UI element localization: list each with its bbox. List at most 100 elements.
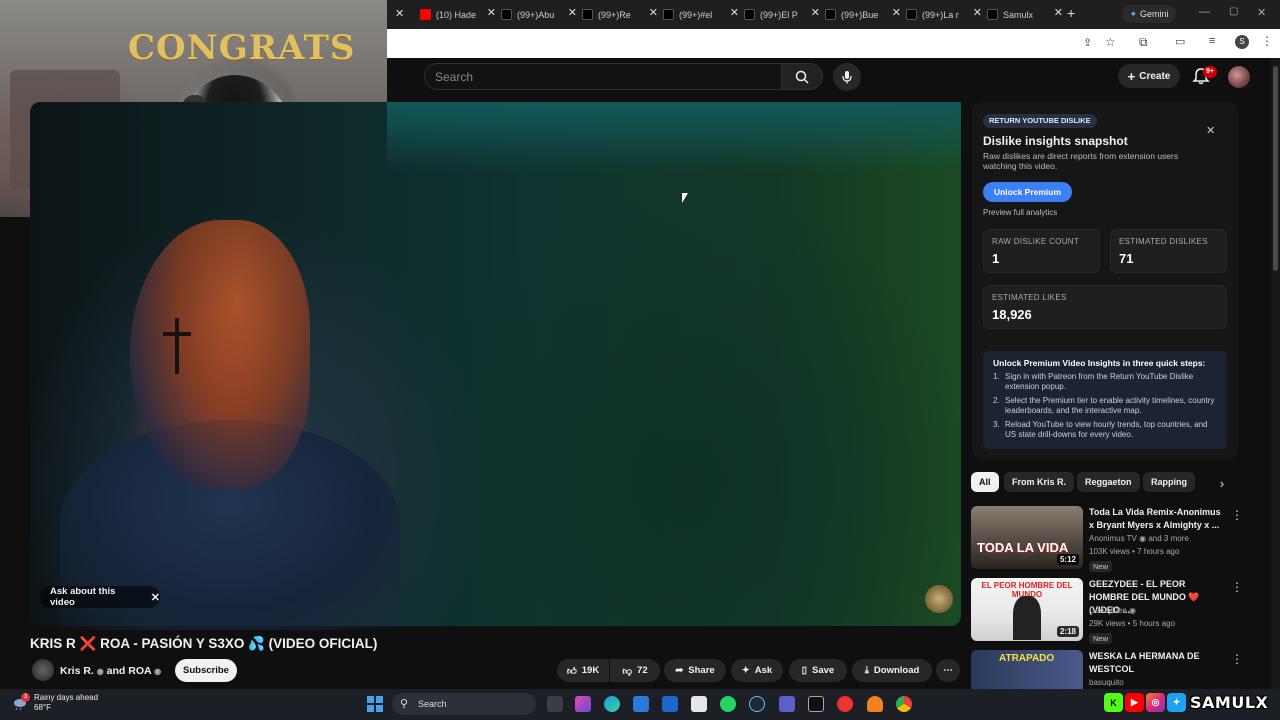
close-icon[interactable]: ✕ xyxy=(151,591,160,604)
ask-about-video-pill[interactable]: Ask about this video ✕ xyxy=(40,586,160,608)
close-tab-icon[interactable]: ✕ xyxy=(892,6,901,19)
close-tab-icon[interactable]: ✕ xyxy=(973,6,982,19)
channel-name[interactable]: Kris R. ◉ and ROA ◉ xyxy=(60,665,161,677)
subscribe-button[interactable]: Subscribe xyxy=(175,659,237,682)
chevron-right-icon[interactable]: › xyxy=(1212,476,1232,496)
chip-from-kris-r[interactable]: From Kris R. xyxy=(1004,472,1075,492)
browser-tab[interactable]: (10) Hade ✕ xyxy=(420,4,498,25)
outlook-icon[interactable] xyxy=(662,696,678,712)
browser-menu-icon[interactable]: ⋮ xyxy=(1261,34,1273,48)
download-button[interactable]: ⤓ Download xyxy=(852,659,932,682)
close-tab-icon[interactable]: ✕ xyxy=(811,6,820,19)
new-tab-icon[interactable]: + xyxy=(1067,5,1075,21)
media-controls-icon[interactable]: ≡ xyxy=(1209,35,1215,47)
voice-search-button[interactable] xyxy=(833,63,861,91)
obs-icon[interactable] xyxy=(837,696,853,712)
app-icon[interactable] xyxy=(808,696,824,712)
steam-icon[interactable] xyxy=(749,696,765,712)
close-tab-icon[interactable]: ✕ xyxy=(1054,6,1063,19)
close-tab-icon[interactable]: ✕ xyxy=(487,6,496,19)
recommended-video[interactable]: ATRAPADO WESKA LA HERMANA DE WESTCOL bas… xyxy=(971,650,1241,689)
extensions-icon[interactable]: ⧉ xyxy=(1139,35,1148,50)
browser-tab[interactable]: (99+)La r ✕ xyxy=(906,4,984,25)
browser-tab[interactable]: (99+)Bue ✕ xyxy=(825,4,903,25)
search-input[interactable]: Search xyxy=(424,63,782,90)
close-tab-icon[interactable]: ✕ xyxy=(395,7,404,20)
video-thumbnail[interactable]: TODA LA VIDA 5:12 xyxy=(971,506,1083,569)
account-avatar[interactable] xyxy=(1228,66,1250,88)
more-options-icon[interactable]: ⋮ xyxy=(1231,580,1243,594)
cloudflare-icon[interactable] xyxy=(867,696,883,712)
channel-name[interactable]: GeezyDee ◉ xyxy=(1089,606,1136,615)
panel-close-icon[interactable]: ✕ xyxy=(1206,124,1215,137)
browser-tab[interactable]: (99+)Re ✕ xyxy=(582,4,660,25)
store-icon[interactable] xyxy=(633,696,649,712)
more-options-icon[interactable]: ⋮ xyxy=(1231,508,1243,522)
share-button[interactable]: ➦ Share xyxy=(664,659,726,682)
minimize-icon[interactable]: — xyxy=(1199,6,1210,18)
chrome-icon[interactable] xyxy=(896,696,912,712)
maximize-icon[interactable]: ▢ xyxy=(1229,6,1238,17)
save-button[interactable]: ▯ Save xyxy=(789,659,847,682)
channel-name[interactable]: Anonimus TV ◉ and 3 more xyxy=(1089,534,1189,543)
premium-steps-box: Unlock Premium Video Insights in three q… xyxy=(983,351,1227,449)
windows-start-icon[interactable] xyxy=(367,696,383,712)
whatsapp-icon[interactable] xyxy=(720,696,736,712)
teams-icon[interactable] xyxy=(779,696,795,712)
video-title[interactable]: WESKA LA HERMANA DE WESTCOL xyxy=(1089,650,1225,676)
gemini-button[interactable]: ✦ Gemini xyxy=(1122,5,1176,23)
browser-tab[interactable]: Samulx ✕ xyxy=(987,4,1065,25)
dislike-button[interactable]: 👎︎ 72 xyxy=(610,659,660,682)
browser-tab[interactable]: (99+)Abu ✕ xyxy=(501,4,579,25)
edge-icon[interactable] xyxy=(604,696,620,712)
more-options-icon[interactable]: ⋮ xyxy=(1231,652,1241,666)
estimated-dislikes-value: 71 xyxy=(1119,251,1134,266)
scrollbar-thumb[interactable] xyxy=(1273,66,1278,271)
close-tab-icon[interactable]: ✕ xyxy=(649,6,658,19)
like-button[interactable]: 👍︎ 19K xyxy=(557,659,609,682)
ask-button[interactable]: ✦ Ask xyxy=(731,659,783,682)
browser-tab[interactable]: (99+)El P ✕ xyxy=(744,4,822,25)
address-bar[interactable]: ⇪ ☆ ⧉ ▭ ≡ S ⋮ xyxy=(387,29,1280,58)
task-view-icon[interactable] xyxy=(547,696,563,712)
like-count: 19K xyxy=(581,665,600,676)
raw-dislike-value: 1 xyxy=(992,251,1000,266)
recommended-video[interactable]: TODA LA VIDA 5:12 Toda La Vida Remix-Ano… xyxy=(971,506,1243,572)
close-tab-icon[interactable]: ✕ xyxy=(730,6,739,19)
browser-tab[interactable]: (99+)#el ✕ xyxy=(663,4,741,25)
gemini-label: Gemini xyxy=(1140,9,1169,19)
files-icon[interactable] xyxy=(691,696,707,712)
youtube-icon: ▶ xyxy=(1125,693,1144,712)
close-tab-icon[interactable]: ✕ xyxy=(568,6,577,19)
channel-watermark[interactable] xyxy=(925,585,953,613)
instagram-icon: ◎ xyxy=(1146,693,1165,712)
video-thumbnail[interactable]: ATRAPADO xyxy=(971,650,1083,689)
tiktok-favicon-icon xyxy=(501,9,512,20)
install-app-icon[interactable]: ⇪ xyxy=(1083,36,1092,49)
profile-avatar[interactable]: S xyxy=(1235,35,1249,49)
bookmark-star-icon[interactable]: ☆ xyxy=(1105,35,1116,49)
video-thumbnail[interactable]: EL PEOR HOMBRE DEL MUNDO 2:18 xyxy=(971,578,1083,641)
tiktok-favicon-icon xyxy=(663,9,674,20)
create-button[interactable]: + Create xyxy=(1118,64,1180,88)
chip-reggaeton[interactable]: Reggaeton xyxy=(1077,472,1140,492)
channel-name[interactable]: basuquito xyxy=(1089,678,1124,687)
tab-label: (99+)#el xyxy=(679,9,713,20)
channel-avatar[interactable] xyxy=(32,659,54,681)
close-window-icon[interactable]: ✕ xyxy=(1257,6,1266,19)
weather-widget[interactable]: Rainy days ahead 68°F xyxy=(34,693,98,713)
video-figure-head xyxy=(130,220,310,490)
unlock-premium-button[interactable]: Unlock Premium xyxy=(983,182,1072,202)
thumbnail-text: TODA LA VIDA xyxy=(977,540,1069,555)
step-text: Select the Premium tier to enable activi… xyxy=(1005,396,1215,415)
copilot-icon[interactable] xyxy=(575,696,591,712)
more-actions-button[interactable]: ⋯ xyxy=(936,659,960,682)
cast-icon[interactable]: ▭ xyxy=(1175,35,1185,48)
taskbar-search[interactable]: ⚲ Search xyxy=(392,693,536,715)
video-title[interactable]: Toda La Vida Remix-Anonimus x Bryant Mye… xyxy=(1089,506,1225,532)
recommended-video[interactable]: EL PEOR HOMBRE DEL MUNDO 2:18 GEEZYDEE -… xyxy=(971,578,1243,644)
chip-all[interactable]: All xyxy=(971,472,999,492)
chip-rapping[interactable]: Rapping xyxy=(1143,472,1195,492)
microphone-icon xyxy=(842,71,852,84)
search-button[interactable] xyxy=(781,63,823,90)
